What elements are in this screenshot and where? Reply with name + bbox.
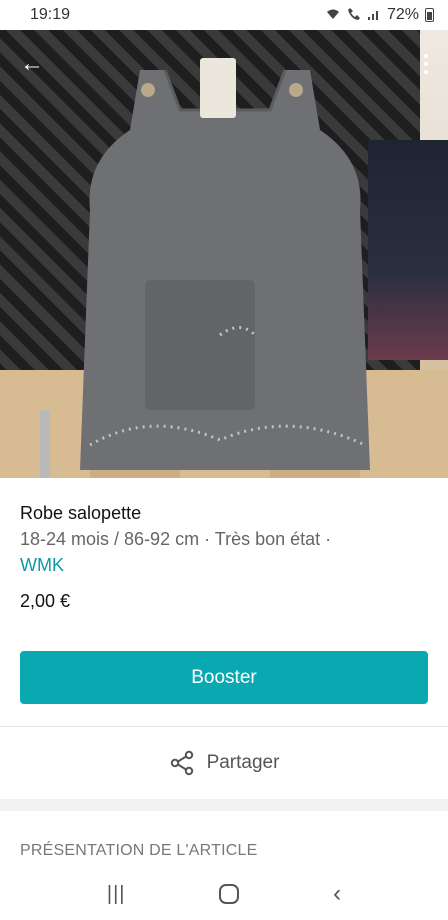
section-separator: [0, 799, 448, 811]
status-icons: 72%: [325, 6, 434, 24]
system-back-button[interactable]: ‹: [333, 880, 341, 908]
booster-button[interactable]: Booster: [20, 651, 428, 704]
share-button[interactable]: Partager: [0, 727, 448, 799]
fabric-background: [368, 140, 448, 360]
wifi-icon: [325, 7, 341, 24]
share-icon: [170, 750, 193, 776]
more-vertical-icon: [424, 54, 428, 58]
section-title: PRÉSENTATION DE L'ARTICLE: [20, 842, 258, 859]
system-nav-bar: ||| ‹: [0, 868, 448, 920]
item-photo[interactable]: [0, 30, 448, 478]
more-options-button[interactable]: [414, 46, 438, 82]
status-time: 19:19: [30, 6, 71, 23]
item-meta: 18-24 mois / 86-92 cm · Très bon état ·: [20, 529, 332, 549]
battery-percent: 72%: [386, 6, 419, 23]
home-button[interactable]: [219, 884, 240, 904]
dress-image: [70, 50, 380, 470]
status-bar: 19:19 72%: [0, 0, 448, 30]
call-wifi-icon: [347, 7, 361, 24]
back-button[interactable]: ←: [14, 46, 50, 82]
share-label: Partager: [206, 752, 280, 773]
item-title: Robe salopette: [20, 503, 142, 523]
item-price: 2,00 €: [20, 591, 71, 611]
recent-apps-button[interactable]: |||: [107, 883, 126, 906]
battery-icon: [425, 8, 434, 22]
arrow-left-icon: ←: [20, 50, 44, 77]
item-details: Robe salopette 18-24 mois / 86-92 cm · T…: [20, 500, 430, 614]
chair-leg: [40, 410, 50, 478]
more-vertical-icon-dot: [424, 62, 428, 66]
item-brand-link[interactable]: WMK: [20, 552, 430, 578]
more-vertical-icon-dot: [424, 70, 428, 74]
signal-icon: [367, 7, 381, 24]
